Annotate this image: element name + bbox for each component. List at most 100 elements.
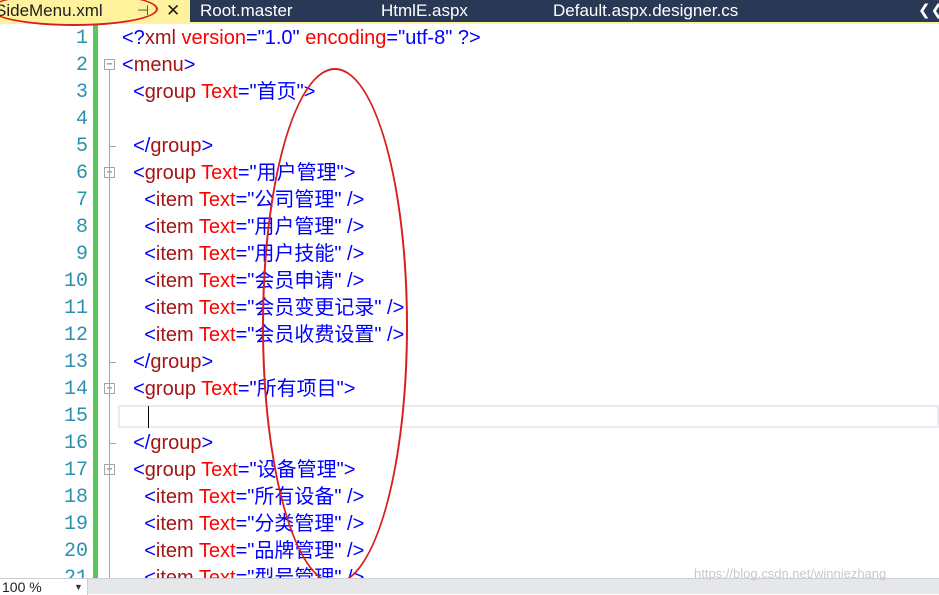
code-token: Text (193, 297, 236, 319)
code-line[interactable]: 12 <item Text="会员收费设置" /> (0, 322, 939, 349)
code-line[interactable]: 2 − <menu> (0, 52, 939, 79)
code-token: group (144, 81, 196, 103)
code-line[interactable]: 8 <item Text="用户管理" /> (0, 214, 939, 241)
code-text: </group> (122, 430, 213, 457)
code-token: group (144, 162, 196, 184)
code-token: < (122, 486, 156, 508)
tab-root-master[interactable]: Root.master (200, 0, 293, 22)
code-token: Text (195, 162, 238, 184)
code-line[interactable]: 15 (0, 403, 939, 430)
current-line-highlight (118, 405, 939, 428)
code-token: item (155, 324, 194, 346)
code-token: < (122, 162, 145, 184)
code-line[interactable]: 4 (0, 106, 939, 133)
change-indicator (93, 511, 98, 538)
line-number: 12 (63, 324, 88, 347)
code-line[interactable]: 18 <item Text="所有设备" /> (0, 484, 939, 511)
change-indicator (93, 376, 98, 403)
code-token: = (386, 27, 399, 49)
code-token: group (150, 135, 202, 157)
fold-guide (109, 178, 110, 376)
code-token: = (235, 243, 248, 265)
line-number: 5 (75, 135, 88, 158)
text-caret (148, 406, 149, 428)
change-indicator (93, 160, 98, 187)
code-token: xml (144, 27, 176, 49)
change-indicator (93, 187, 98, 214)
fold-guide-end (109, 443, 116, 444)
code-line[interactable]: 19 <item Text="分类管理" /> (0, 511, 939, 538)
code-line[interactable]: 1 <?xml version="1.0" encoding="utf-8" ?> (0, 25, 939, 52)
change-indicator (93, 538, 98, 565)
code-token: " (249, 81, 257, 103)
change-indicator (93, 457, 98, 484)
tab-htmle-aspx[interactable]: HtmlE.aspx (381, 0, 468, 22)
code-line[interactable]: 10 <item Text="会员申请" /> (0, 268, 939, 295)
close-icon[interactable]: ✕ (166, 0, 180, 21)
code-line[interactable]: 14− <group Text="所有项目"> (0, 376, 939, 403)
code-token: > (201, 432, 214, 454)
line-number: 20 (63, 540, 88, 563)
code-editor[interactable]: 1 <?xml version="1.0" encoding="utf-8" ?>… (0, 24, 939, 578)
code-line[interactable]: 7 <item Text="公司管理" /> (0, 187, 939, 214)
tab-overflow-icon[interactable]: ❮❮ (918, 0, 939, 22)
code-line[interactable]: 9 <item Text="用户技能" /> (0, 241, 939, 268)
code-token: menu (133, 54, 184, 76)
code-token: = (237, 162, 250, 184)
code-token: group (144, 378, 196, 400)
code-token: </ (122, 432, 151, 454)
change-indicator (93, 565, 98, 578)
code-token: "utf-8" (398, 27, 453, 49)
code-token: item (155, 270, 194, 292)
change-indicator (93, 79, 98, 106)
code-token: <? (122, 27, 145, 49)
code-token: item (155, 297, 194, 319)
code-token: item (155, 513, 194, 535)
code-token: = (237, 378, 250, 400)
code-token: Text (193, 189, 236, 211)
change-indicator (93, 295, 98, 322)
code-line[interactable]: 3 <group Text="首页"> (0, 79, 939, 106)
code-token: > (201, 351, 214, 373)
code-token: item (155, 540, 194, 562)
line-number: 7 (75, 189, 88, 212)
code-text: <menu> (122, 52, 195, 79)
code-line[interactable]: 11 <item Text="会员变更记录" /> (0, 295, 939, 322)
code-token: = (235, 540, 248, 562)
change-indicator (93, 268, 98, 295)
chevron-down-icon[interactable]: ▼ (74, 579, 83, 595)
line-number: 2 (75, 54, 88, 77)
fold-guide (109, 394, 110, 457)
collapse-icon[interactable]: − (104, 59, 115, 70)
code-token: < (122, 297, 156, 319)
code-token: item (155, 486, 194, 508)
code-token: < (122, 540, 156, 562)
code-line[interactable]: 20 <item Text="品牌管理" /> (0, 538, 939, 565)
code-token: Text (195, 81, 238, 103)
tab-default-designer-cs[interactable]: Default.aspx.designer.cs (553, 0, 738, 22)
code-line[interactable]: 13 </group> (0, 349, 939, 376)
code-token: = (245, 27, 258, 49)
code-text: </group> (122, 133, 213, 160)
code-token: group (144, 459, 196, 481)
code-token: > (183, 54, 196, 76)
code-token: </ (122, 135, 151, 157)
line-number: 16 (63, 432, 88, 455)
code-token: = (235, 513, 248, 535)
code-token: < (122, 324, 156, 346)
code-token: Text (193, 270, 236, 292)
line-number: 10 (63, 270, 88, 293)
code-line[interactable]: 5 </group> (0, 133, 939, 160)
code-line[interactable]: 16 </group> (0, 430, 939, 457)
fold-guide-end (109, 362, 116, 363)
watermark: https://blog.csdn.net/winniezhang (694, 566, 887, 581)
code-token: = (235, 486, 248, 508)
fold-guide-end (109, 146, 116, 147)
change-indicator (93, 349, 98, 376)
code-line[interactable]: 6− <group Text="用户管理"> (0, 160, 939, 187)
code-line[interactable]: 17− <group Text="设备管理"> (0, 457, 939, 484)
zoom-dropdown[interactable]: 100 % ▼ (0, 579, 88, 595)
code-token: item (155, 567, 194, 578)
change-indicator (93, 322, 98, 349)
code-token: < (122, 513, 156, 535)
